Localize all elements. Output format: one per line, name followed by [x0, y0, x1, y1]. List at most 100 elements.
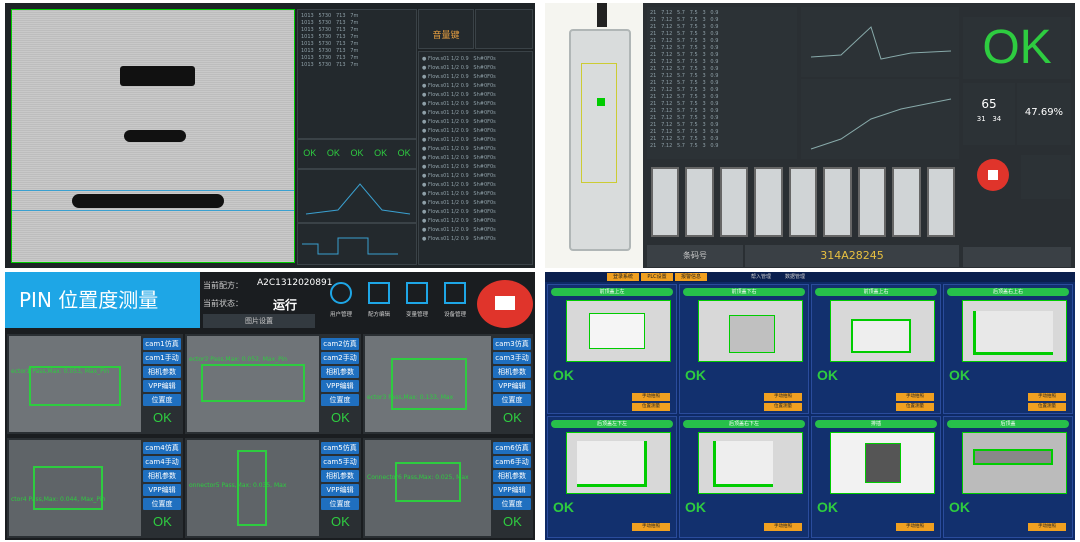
camera-image: [566, 300, 671, 362]
manual-shoot-button[interactable]: 手动拍照: [1028, 523, 1066, 531]
camera-cell-2: 前顶盖下右 OK 手动拍照 位置测量: [679, 284, 809, 414]
tab-login[interactable]: 登录系统: [607, 273, 639, 281]
measurement-overlay: ctor4 Pass,Max: 0.044, Max_Pin: [11, 496, 106, 503]
cam-manual-button[interactable]: cam4手动: [143, 456, 181, 468]
manual-shoot-button[interactable]: 手动拍照: [1028, 393, 1066, 401]
camera-cell-8: 后顶盖 OK 手动拍照: [943, 416, 1073, 538]
settings-panel: [475, 9, 533, 49]
eight-camera-grid-screen: 登录系统 PLC设置 报警信息 帮入管理 数据管理 前顶盖上左 OK 手动拍照 …: [545, 272, 1075, 540]
percent-value: 47.69%: [1024, 107, 1064, 118]
stat-b: 34: [992, 115, 1002, 123]
position-measure-button[interactable]: 位置测量: [896, 403, 934, 411]
barcode-tab: 条码号: [647, 245, 743, 267]
camera-cell-1: ector1 Pass,Max: 0.053, Max_Pin cam1仿真 c…: [7, 334, 183, 434]
position-measure-button[interactable]: 位置测量: [1028, 403, 1066, 411]
menu-formula[interactable]: 配方编辑: [361, 282, 397, 328]
file-list: ● Flow.s01 1/2 0.9 Sh#0F0s ● Flow.s01 1/2…: [418, 51, 533, 265]
ok-label: OK: [303, 148, 317, 158]
ok-row: OK OK OK OK OK: [297, 139, 417, 169]
ok-status-panel: OK: [963, 17, 1071, 79]
cam-sim-button[interactable]: cam4仿真: [143, 442, 181, 454]
position-button[interactable]: 位置度: [321, 498, 359, 510]
camera-cell-7: 排插 OK 手动拍照: [811, 416, 941, 538]
data-table: 1013 5730 713 7m 1013 5730 713 7m 1013 573…: [297, 9, 417, 139]
formula-value: A2C1312020891: [257, 278, 333, 288]
ok-label: OK: [817, 367, 838, 383]
camera-param-button[interactable]: 相机参数: [143, 470, 181, 482]
tab-import[interactable]: 帮入管理: [745, 273, 777, 281]
ok-label: OK: [553, 367, 574, 383]
manual-shoot-button[interactable]: 手动拍照: [896, 523, 934, 531]
ok-label: OK: [397, 148, 411, 158]
measurement-overlay: ector1 Pass,Max: 0.053, Max_Pin: [11, 368, 110, 375]
cell-title: 后顶盖右下左: [683, 420, 805, 428]
camera-cell-4: ctor4 Pass,Max: 0.044, Max_Pin cam4仿真 ca…: [7, 438, 183, 538]
cam-sim-button[interactable]: cam6仿真: [493, 442, 531, 454]
cell-title: 后顶盖左下左: [551, 420, 673, 428]
camera-param-button[interactable]: 相机参数: [493, 470, 531, 482]
camera-param-button[interactable]: 相机参数: [493, 366, 531, 378]
cam-manual-button[interactable]: cam5手动: [321, 456, 359, 468]
tab-data[interactable]: 数据管理: [779, 273, 811, 281]
camera-cell-1: 前顶盖上左 OK 手动拍照 位置测量: [547, 284, 677, 414]
camera-param-button[interactable]: 相机参数: [321, 470, 359, 482]
ok-label: OK: [553, 499, 574, 515]
ok-label: OK: [949, 499, 970, 515]
cam-sim-button[interactable]: cam1仿真: [143, 338, 181, 350]
measurement-overlay: ector2 Pass,Max: 0.052, Max_Pin: [189, 356, 288, 363]
menu-label: 变量管理: [405, 312, 428, 318]
position-button[interactable]: 位置度: [321, 394, 359, 406]
vpp-edit-button[interactable]: VPP编辑: [321, 380, 359, 392]
manual-shoot-button[interactable]: 手动拍照: [632, 393, 670, 401]
inspection-screen-volume-key: 1013 5730 713 7m 1013 5730 713 7m 1013 573…: [5, 3, 535, 268]
ok-label: OK: [331, 410, 350, 425]
cam-sim-button[interactable]: cam5仿真: [321, 442, 359, 454]
formula-label: 当前配方：: [203, 281, 243, 290]
cam-manual-button[interactable]: cam6手动: [493, 456, 531, 468]
user-panel: [1021, 155, 1071, 199]
vpp-edit-button[interactable]: VPP编辑: [143, 484, 181, 496]
camera-image: [9, 440, 141, 536]
position-button[interactable]: 位置度: [143, 394, 181, 406]
menu-user[interactable]: 用户管理: [323, 282, 359, 328]
position-measure-button[interactable]: 位置测量: [764, 403, 802, 411]
pass-title: 音量键: [432, 31, 460, 41]
manual-shoot-button[interactable]: 手动拍照: [632, 523, 670, 531]
cam-manual-button[interactable]: cam3手动: [493, 352, 531, 364]
stop-button[interactable]: [477, 280, 533, 328]
cell-title: 前顶盖上左: [551, 288, 673, 296]
position-measure-button[interactable]: 位置测量: [632, 403, 670, 411]
camera-cell-3: ector3 Pass,Max: 0.133, Max cam3仿真 cam3手…: [363, 334, 533, 434]
tab-alarm[interactable]: 报警信息: [675, 273, 707, 281]
camera-cell-5: 后顶盖左下左 OK 手动拍照: [547, 416, 677, 538]
manual-shoot-button[interactable]: 手动拍照: [764, 523, 802, 531]
vpp-edit-button[interactable]: VPP编辑: [143, 380, 181, 392]
menu-variable[interactable]: 变量管理: [399, 282, 435, 328]
camera-image: [962, 432, 1067, 494]
vpp-edit-button[interactable]: VPP编辑: [493, 484, 531, 496]
defect-blob: [120, 66, 195, 86]
ok-label: OK: [685, 367, 706, 383]
stop-button[interactable]: [977, 159, 1009, 191]
defect-blob: [72, 194, 224, 208]
manual-shoot-button[interactable]: 手动拍照: [764, 393, 802, 401]
ok-label: OK: [326, 148, 340, 158]
vpp-edit-button[interactable]: VPP编辑: [493, 380, 531, 392]
vpp-edit-button[interactable]: VPP编辑: [321, 484, 359, 496]
cam-manual-button[interactable]: cam1手动: [143, 352, 181, 364]
cam-sim-button[interactable]: cam3仿真: [493, 338, 531, 350]
ok-label: OK: [503, 514, 522, 529]
position-button[interactable]: 位置度: [493, 394, 531, 406]
position-button[interactable]: 位置度: [143, 498, 181, 510]
tab-plc[interactable]: PLC设置: [641, 273, 673, 281]
cam-sim-button[interactable]: cam2仿真: [321, 338, 359, 350]
cam-manual-button[interactable]: cam2手动: [321, 352, 359, 364]
position-button[interactable]: 位置度: [493, 498, 531, 510]
menu-device[interactable]: 设备管理: [437, 282, 473, 328]
pin-measurement-screen: PIN 位置度测量 当前配方： A2C1312020891 当前状态： 运行 图…: [5, 272, 535, 540]
camera-param-button[interactable]: 相机参数: [321, 366, 359, 378]
image-setting-button[interactable]: 图片设置: [203, 314, 315, 328]
camera-param-button[interactable]: 相机参数: [143, 366, 181, 378]
data-grid: 21 7.12 5.7 7.5 3 0.9 21 7.12 5.7 7.5 3 0…: [647, 7, 797, 159]
manual-shoot-button[interactable]: 手动拍照: [896, 393, 934, 401]
